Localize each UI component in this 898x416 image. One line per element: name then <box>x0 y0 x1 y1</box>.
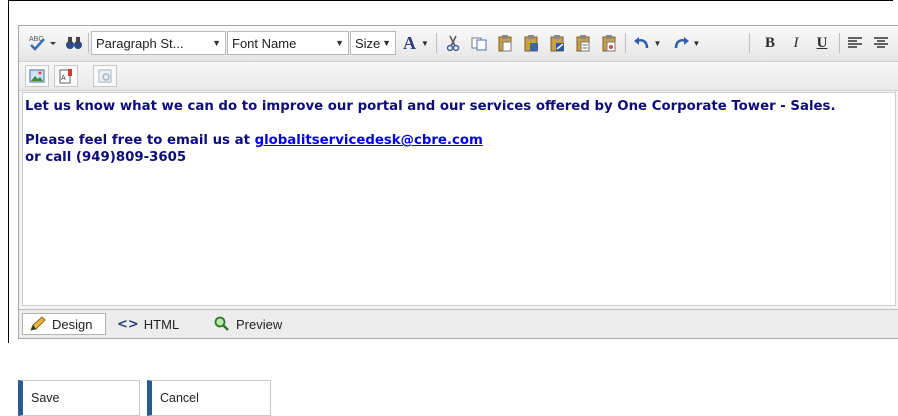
toolbar-separator <box>436 33 437 53</box>
chevron-down-icon: ▼ <box>653 38 662 48</box>
content-line-email: Please feel free to email us at globalit… <box>25 132 893 149</box>
scissors-icon <box>446 35 460 51</box>
toolbar-separator <box>839 33 840 53</box>
font-size-dropdown[interactable]: Size ▼ <box>350 31 396 55</box>
svg-text:A: A <box>61 75 66 82</box>
paste-plain-text-button[interactable] <box>573 31 593 55</box>
content-line-phone: or call (949)809-3605 <box>25 150 187 165</box>
paragraph-style-dropdown[interactable]: Paragraph St... ▼ <box>91 31 226 55</box>
paragraph-style-value: Paragraph St... <box>96 35 184 51</box>
toolbar-separator <box>88 33 89 53</box>
document-icon: A <box>59 69 72 84</box>
chevron-down-icon: ▼ <box>421 38 429 48</box>
redo-button[interactable]: ▼ <box>669 31 703 55</box>
redo-icon <box>674 37 689 49</box>
toolbar-insert: A <box>19 62 898 91</box>
tab-html[interactable]: <> HTML <box>111 313 185 335</box>
editor-mode-tabs: Design <> HTML Preview <box>19 309 898 338</box>
tab-design[interactable]: Design <box>22 313 106 335</box>
align-left-button[interactable] <box>845 31 865 55</box>
insert-flash-button[interactable] <box>93 65 117 87</box>
magnifier-icon <box>214 316 229 331</box>
italic-button[interactable]: I <box>786 31 806 55</box>
toolbar-separator <box>625 33 626 53</box>
content-email-prefix: Please feel free to email us at <box>25 133 255 148</box>
chevron-down-icon: ▼ <box>692 38 701 48</box>
paste-button[interactable] <box>495 31 515 55</box>
pencil-icon <box>30 316 46 331</box>
spellcheck-icon: ABC <box>29 36 56 51</box>
font-name-value: Font Name <box>232 35 297 51</box>
code-brackets-icon: <> <box>117 316 139 332</box>
spellcheck-button[interactable]: ABC <box>25 31 59 55</box>
bold-button[interactable]: B <box>760 31 780 55</box>
paste-from-word-button[interactable] <box>521 31 541 55</box>
find-replace-button[interactable] <box>63 31 85 55</box>
undo-icon <box>633 37 648 49</box>
binoculars-icon <box>66 37 82 49</box>
image-icon <box>29 69 45 83</box>
insert-image-button[interactable] <box>25 65 49 87</box>
undo-button[interactable]: ▼ <box>630 31 664 55</box>
insert-document-button[interactable]: A <box>54 65 78 87</box>
cancel-button-label: Cancel <box>160 391 199 405</box>
paste-from-word-strip-button[interactable] <box>547 31 567 55</box>
clipboard-word-icon <box>524 35 538 52</box>
save-button-label: Save <box>31 391 60 405</box>
tab-html-label: HTML <box>143 316 180 332</box>
chevron-down-icon: ▼ <box>212 38 221 48</box>
cancel-button[interactable]: Cancel <box>147 380 271 416</box>
font-size-value: Size <box>355 35 381 51</box>
media-icon <box>98 69 112 83</box>
rich-text-editor: ABC Paragraph St... ▼ Font Name ▼ Size ▼… <box>18 25 898 339</box>
tab-preview[interactable]: Preview <box>207 313 288 335</box>
clipboard-word-strip-icon <box>550 35 564 52</box>
copy-button[interactable] <box>469 31 489 55</box>
editor-content[interactable]: Let us know what we can do to improve ou… <box>22 92 896 306</box>
align-left-icon <box>848 37 862 48</box>
underline-button[interactable]: U <box>812 31 832 55</box>
clipboard-text-icon <box>576 35 590 52</box>
align-center-icon <box>874 37 888 48</box>
align-center-button[interactable] <box>871 31 891 55</box>
clipboard-html-icon <box>602 35 616 52</box>
copy-icon <box>471 37 487 51</box>
font-color-button[interactable]: A ▼ <box>399 31 433 55</box>
email-link[interactable]: globalitservicedesk@cbre.com <box>255 133 483 148</box>
font-name-dropdown[interactable]: Font Name ▼ <box>227 31 349 55</box>
cut-button[interactable] <box>443 31 463 55</box>
save-button[interactable]: Save <box>18 380 140 416</box>
paste-as-html-button[interactable] <box>599 31 619 55</box>
chevron-down-icon: ▼ <box>382 38 391 48</box>
tab-design-label: Design <box>52 316 93 332</box>
toolbar-separator <box>749 33 750 53</box>
font-color-icon: A <box>403 32 417 53</box>
content-line-feedback: Let us know what we can do to improve ou… <box>25 99 836 114</box>
toolbar-main: ABC Paragraph St... ▼ Font Name ▼ Size ▼… <box>19 26 898 62</box>
chevron-down-icon: ▼ <box>335 38 344 48</box>
tab-preview-label: Preview <box>236 316 283 332</box>
clipboard-icon <box>498 35 512 52</box>
